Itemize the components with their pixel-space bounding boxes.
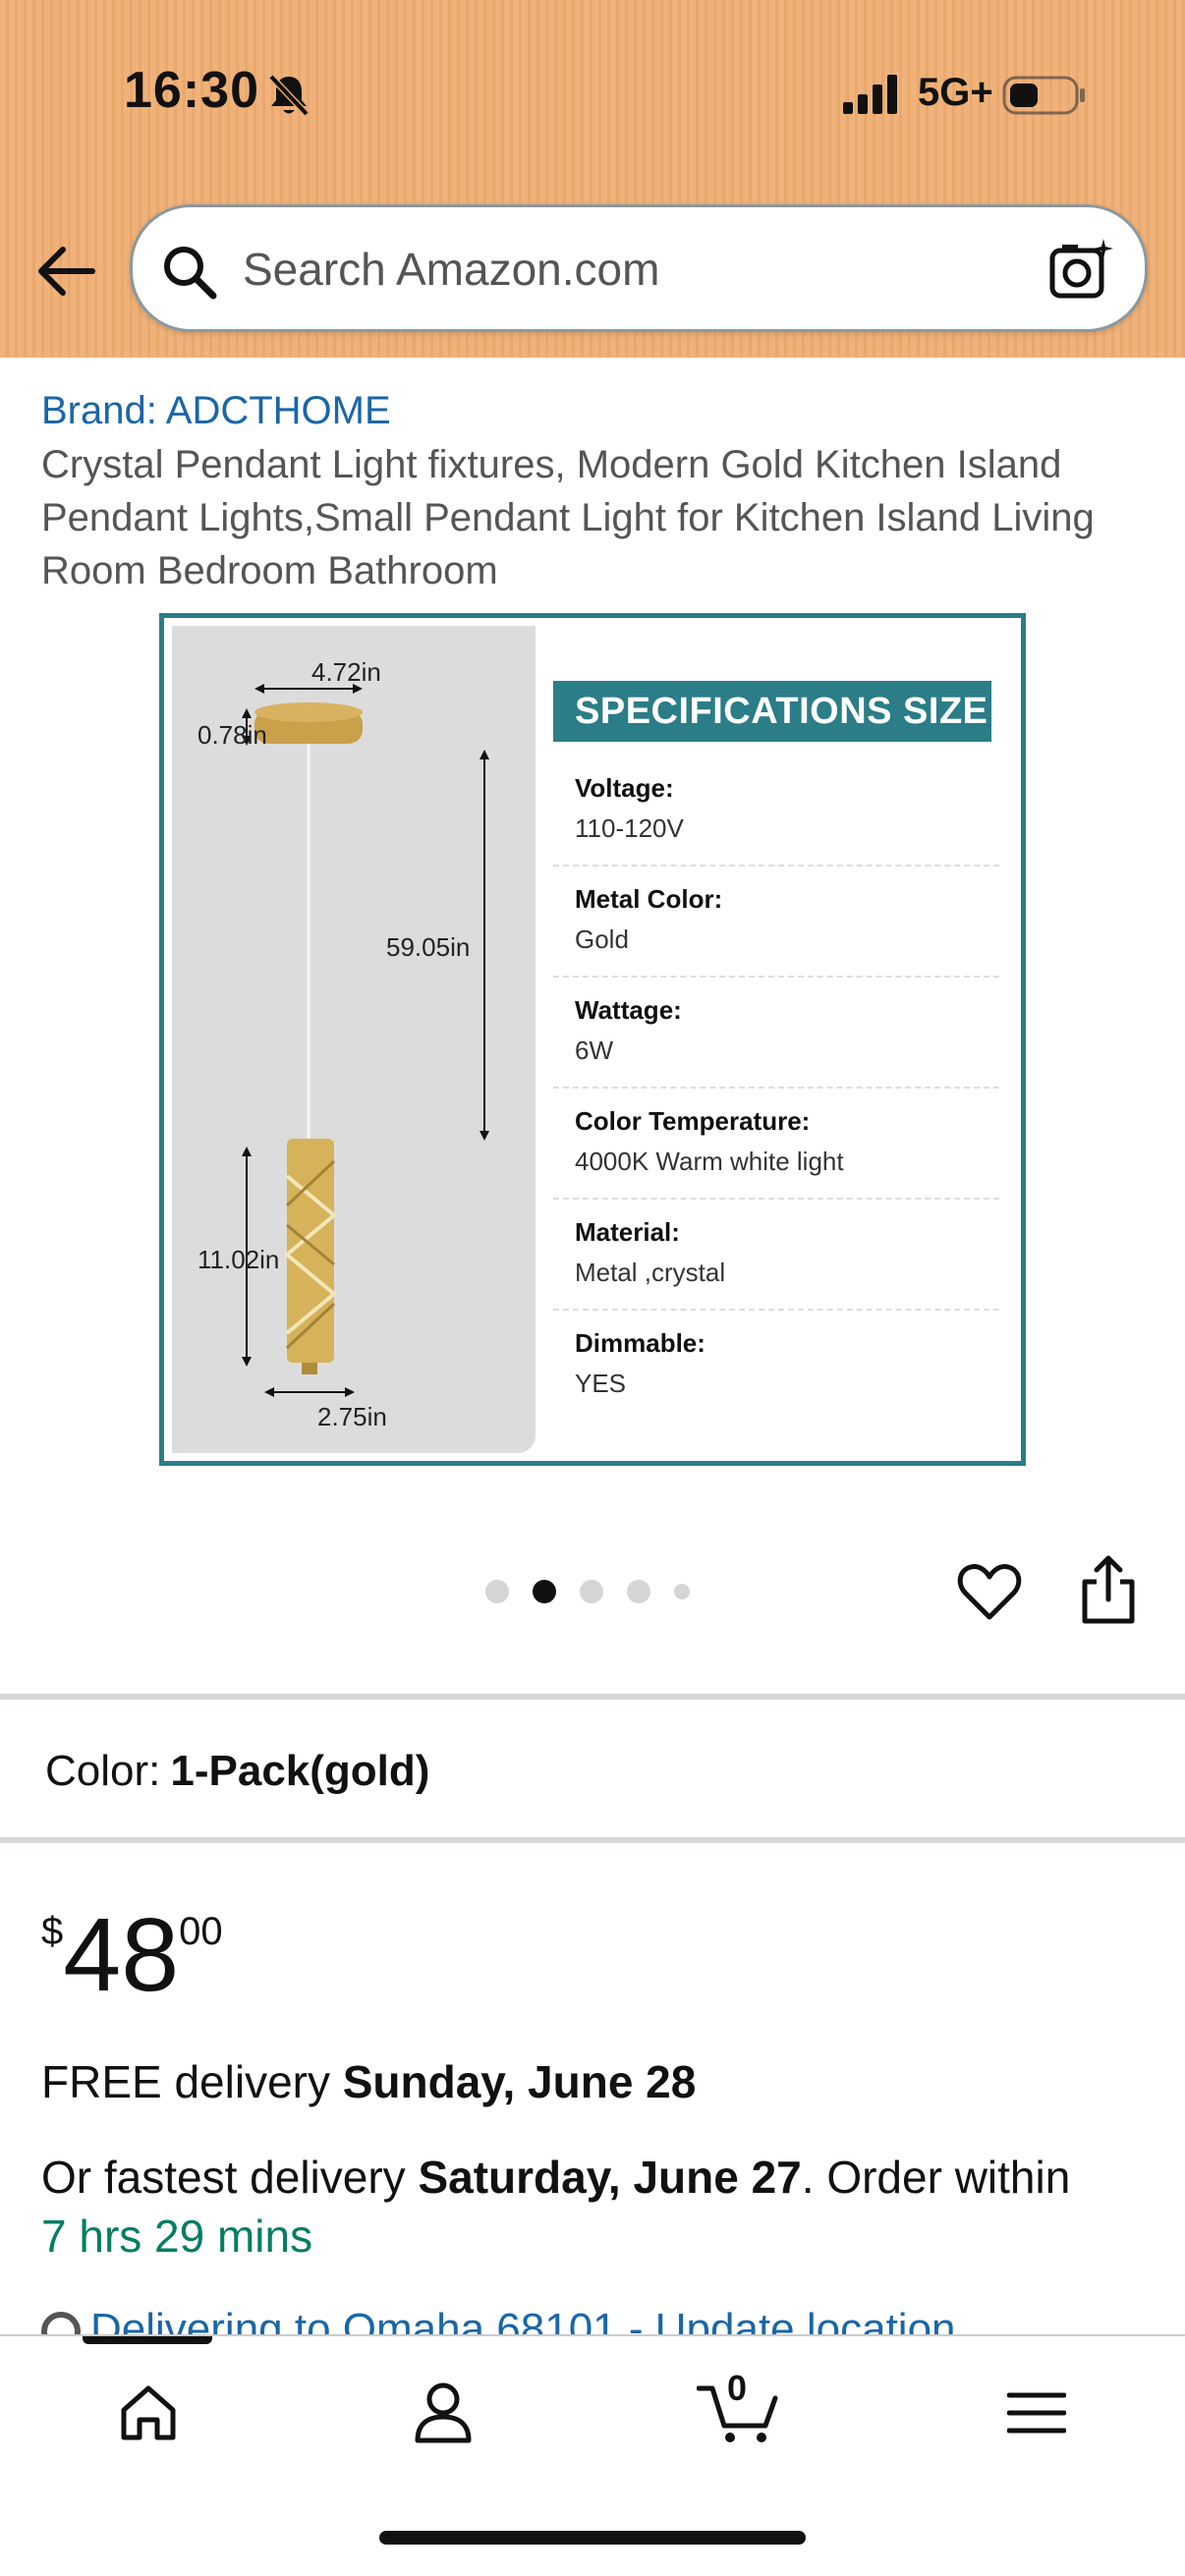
network-type: 5G+	[918, 71, 993, 114]
nav-cart[interactable]: 0	[694, 2368, 782, 2452]
spec-item: Metal Color: Gold	[553, 867, 999, 978]
spec-item: Color Temperature: 4000K Warm white ligh…	[553, 1089, 999, 1200]
heart-icon[interactable]	[957, 1562, 1022, 1623]
spec-list: Voltage: 110-120V Metal Color: Gold Watt…	[553, 756, 999, 1422]
fastest-prefix: Or fastest delivery	[41, 2152, 419, 2203]
price-whole: 48	[63, 1897, 180, 2013]
home-indicator[interactable]	[379, 2531, 806, 2545]
price-symbol: $	[41, 1910, 64, 1953]
spec-item: Voltage: 110-120V	[553, 756, 999, 867]
active-tab-indicator	[83, 2336, 212, 2344]
delivery-countdown: 7 hrs 29 mins	[41, 2211, 313, 2262]
divider	[0, 1837, 1185, 1843]
home-icon	[121, 2385, 176, 2440]
header: 16:30 5G+	[0, 0, 1185, 358]
canopy-height-label: 0.78in	[198, 720, 267, 750]
brand-link[interactable]: Brand: ADCTHOME	[41, 389, 391, 433]
search-bar[interactable]	[130, 204, 1148, 332]
spec-item: Wattage: 6W	[553, 978, 999, 1089]
color-label: Color:	[45, 1747, 161, 1795]
spec-item: Material: Metal ,crystal	[553, 1200, 999, 1311]
free-delivery-prefix: FREE delivery	[41, 2056, 343, 2107]
back-arrow-icon[interactable]	[35, 244, 96, 299]
spec-label: Voltage:	[575, 773, 674, 803]
menu-icon	[1007, 2392, 1066, 2434]
battery-icon	[1002, 76, 1085, 115]
location-text[interactable]: Delivering to Omaha 68101 - Update locat…	[90, 2305, 956, 2338]
status-time: 16:30	[124, 62, 259, 119]
search-input[interactable]	[243, 237, 1009, 302]
body-width-label: 2.75in	[317, 1402, 387, 1431]
spec-label: Color Temperature:	[575, 1106, 811, 1136]
product-title: Crystal Pendant Light fixtures, Modern G…	[41, 443, 1095, 592]
nav-home[interactable]	[104, 2374, 193, 2452]
order-within: . Order within	[801, 2152, 1071, 2203]
free-delivery: FREE delivery Sunday, June 28	[41, 2055, 696, 2108]
canopy-width-label: 4.72in	[311, 657, 381, 687]
nav-account[interactable]	[399, 2374, 487, 2452]
spec-value: 4000K Warm white light	[575, 1147, 844, 1176]
spec-value: Gold	[575, 924, 629, 954]
carousel-dot[interactable]	[627, 1580, 650, 1603]
signal-icon	[843, 75, 897, 114]
carousel-dot[interactable]	[674, 1584, 690, 1599]
product-image[interactable]: 4.72in 0.78in 59.05in 11.02in 2.75in SPE…	[159, 613, 1026, 1466]
spec-label: Metal Color:	[575, 884, 723, 914]
share-icon[interactable]	[1079, 1554, 1138, 1625]
body-height-label: 11.02in	[198, 1245, 280, 1274]
spec-label: Material:	[575, 1217, 680, 1247]
spec-item: Dimmable: YES	[553, 1311, 999, 1422]
camera-search-icon[interactable]	[1048, 237, 1115, 304]
spec-label: Wattage:	[575, 995, 682, 1025]
spec-label: Dimmable:	[575, 1328, 705, 1358]
price-fraction: 00	[179, 1910, 223, 1953]
product-dimension-diagram: 4.72in 0.78in 59.05in 11.02in 2.75in	[172, 626, 536, 1453]
carousel-dot-active[interactable]	[533, 1580, 556, 1603]
nav-menu[interactable]	[992, 2374, 1081, 2452]
person-icon	[415, 2382, 472, 2443]
color-value: 1-Pack(gold)	[170, 1747, 430, 1795]
search-icon	[164, 247, 217, 300]
fastest-date: Saturday, June 27	[418, 2152, 802, 2203]
spec-title: SPECIFICATIONS SIZE	[553, 681, 991, 742]
fastest-delivery: Or fastest delivery Saturday, June 27. O…	[41, 2148, 1161, 2266]
bell-muted-icon	[268, 74, 310, 117]
free-delivery-date: Sunday, June 28	[342, 2056, 697, 2107]
cart-count: 0	[727, 2368, 748, 2408]
divider	[0, 1694, 1185, 1700]
cord-length-label: 59.05in	[386, 932, 471, 962]
spec-value: Metal ,crystal	[575, 1258, 726, 1287]
image-carousel-dots[interactable]	[485, 1580, 713, 1603]
delivery-location[interactable]: Delivering to Omaha 68101 - Update locat…	[41, 2305, 956, 2338]
spec-value: 110-120V	[575, 813, 684, 843]
color-selection[interactable]: Color: 1-Pack(gold)	[45, 1747, 429, 1796]
carousel-dot[interactable]	[485, 1580, 509, 1603]
price: $4800	[41, 1896, 223, 2015]
carousel-dot[interactable]	[580, 1580, 603, 1603]
spec-value: 6W	[575, 1036, 613, 1065]
spec-value: YES	[575, 1369, 627, 1398]
